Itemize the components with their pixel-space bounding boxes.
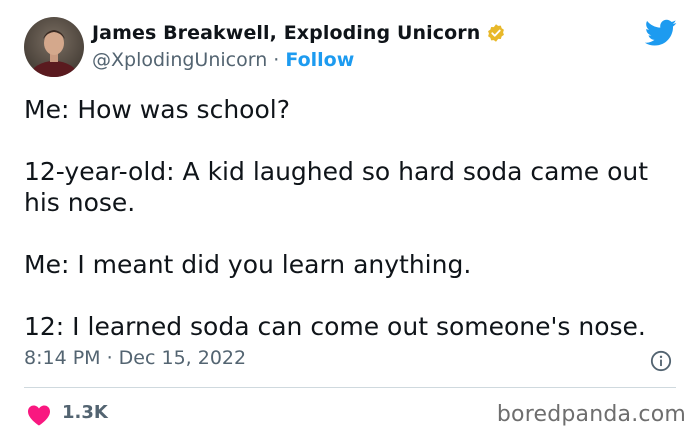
tweet-paragraph: 12-year-old: A kid laughed so hard soda … bbox=[24, 157, 649, 217]
follow-button[interactable]: Follow bbox=[285, 49, 354, 71]
verified-badge-icon bbox=[486, 23, 506, 43]
author-name[interactable]: James Breakwell, Exploding Unicorn bbox=[92, 22, 480, 44]
author-handle[interactable]: @XplodingUnicorn bbox=[92, 49, 267, 71]
author-name-row: James Breakwell, Exploding Unicorn bbox=[92, 22, 506, 44]
tweet-text: Me: How was school? 12-year-old: A kid l… bbox=[24, 94, 684, 373]
watermark-logo: boredpanda.com bbox=[496, 402, 686, 427]
tweet-timestamp[interactable]: 8:14 PM · Dec 15, 2022 bbox=[24, 347, 246, 369]
tweet-paragraph: Me: I meant did you learn anything. bbox=[24, 250, 472, 279]
tweet-paragraph: 12: I learned soda can come out someone'… bbox=[24, 312, 646, 341]
author-handle-row: @XplodingUnicorn · Follow bbox=[92, 49, 354, 71]
avatar[interactable] bbox=[24, 17, 84, 77]
heart-icon[interactable] bbox=[27, 404, 51, 426]
twitter-bird-icon[interactable] bbox=[645, 19, 677, 47]
tweet-paragraph: Me: How was school? bbox=[24, 95, 290, 124]
handle-separator: · bbox=[267, 49, 286, 71]
divider bbox=[24, 387, 676, 388]
info-icon[interactable] bbox=[650, 350, 672, 372]
like-count[interactable]: 1.3K bbox=[62, 402, 108, 423]
avatar-image bbox=[30, 30, 78, 77]
